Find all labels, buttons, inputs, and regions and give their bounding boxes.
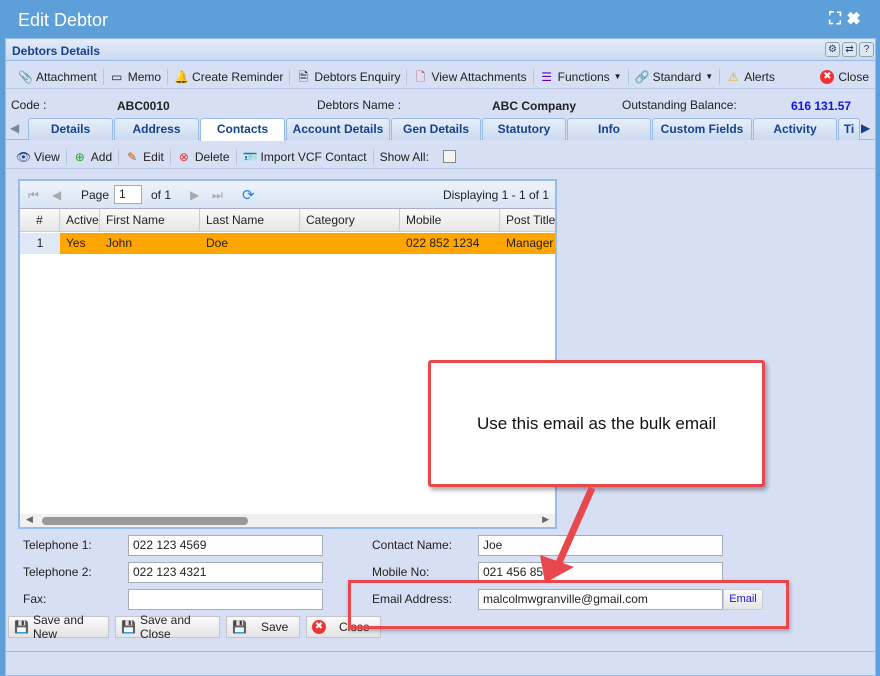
email-highlight-box (348, 580, 789, 629)
arrow-shaft (554, 486, 596, 567)
annotation-arrow (540, 486, 596, 583)
